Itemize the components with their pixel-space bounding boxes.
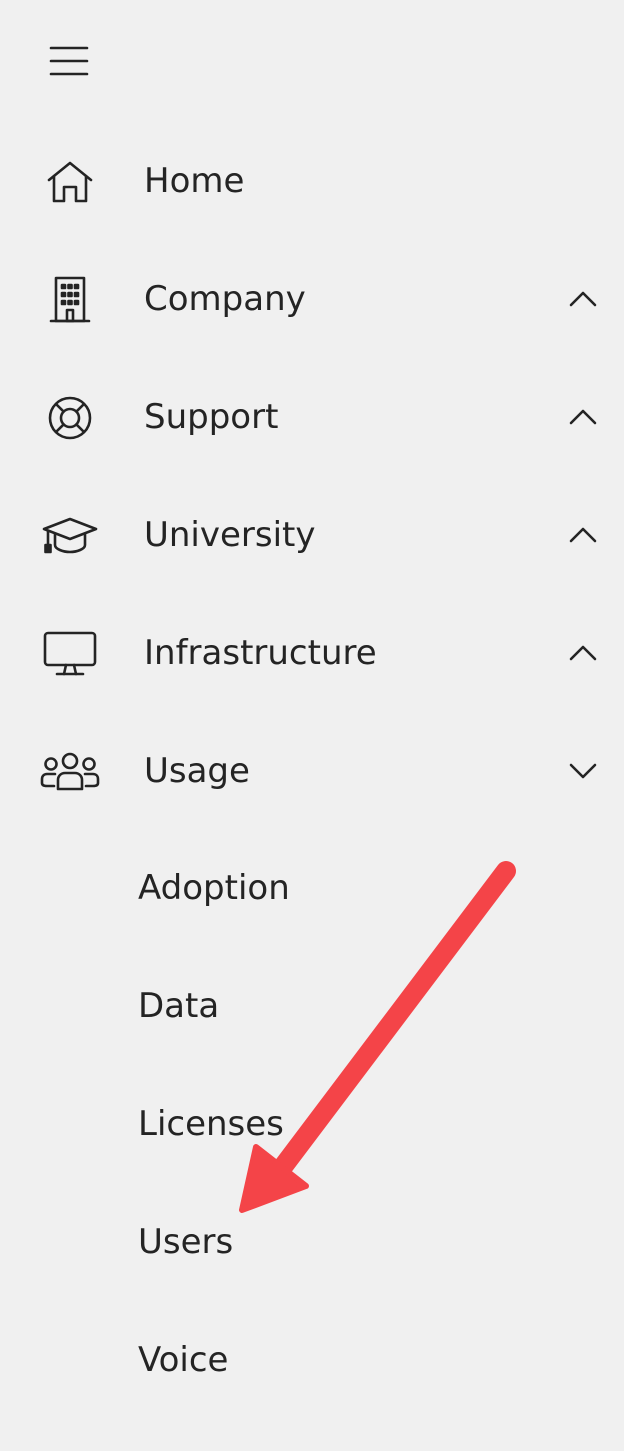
nav-item-label: Support [144, 397, 279, 437]
chevron-down-icon[interactable] [562, 754, 604, 788]
lifebuoy-icon [40, 390, 100, 446]
nav-subitem-label: Adoption [138, 868, 290, 908]
nav-item-home[interactable]: Home [0, 122, 624, 240]
nav-item-label: Company [144, 279, 306, 319]
chevron-up-icon[interactable] [562, 282, 604, 316]
chevron-up-icon[interactable] [562, 400, 604, 434]
graduation-cap-icon [40, 508, 100, 564]
nav-item-usage[interactable]: Usage [0, 712, 624, 830]
nav-item-label: Infrastructure [144, 633, 377, 673]
hamburger-menu-button[interactable] [36, 30, 102, 92]
nav-subitem-data[interactable]: Data [0, 947, 624, 1065]
monitor-icon [40, 626, 100, 682]
nav-subitem-label: Users [138, 1222, 234, 1262]
people-icon [40, 744, 100, 800]
nav-item-label: Home [144, 161, 245, 201]
nav-subitem-label: Data [138, 986, 220, 1026]
nav-item-university[interactable]: University [0, 476, 624, 594]
nav-subitem-adoption[interactable]: Adoption [0, 829, 624, 947]
nav-item-infrastructure[interactable]: Infrastructure [0, 594, 624, 712]
nav-subitem-label: Voice [138, 1340, 229, 1380]
nav-item-label: Usage [144, 751, 250, 791]
nav-subitem-voice[interactable]: Voice [0, 1301, 624, 1419]
hamburger-icon [49, 46, 89, 76]
nav-subitem-licenses[interactable]: Licenses [0, 1065, 624, 1183]
nav-item-company[interactable]: Company [0, 240, 624, 358]
nav-subitem-users[interactable]: Users [0, 1183, 624, 1301]
chevron-up-icon[interactable] [562, 518, 604, 552]
building-icon [40, 272, 100, 328]
nav-item-support[interactable]: Support [0, 358, 624, 476]
nav-item-label: University [144, 515, 316, 555]
home-icon [40, 154, 100, 210]
chevron-up-icon[interactable] [562, 636, 604, 670]
navigation-panel: Home Company Support University Infrastr… [0, 0, 624, 1451]
nav-subitem-label: Licenses [138, 1104, 284, 1144]
